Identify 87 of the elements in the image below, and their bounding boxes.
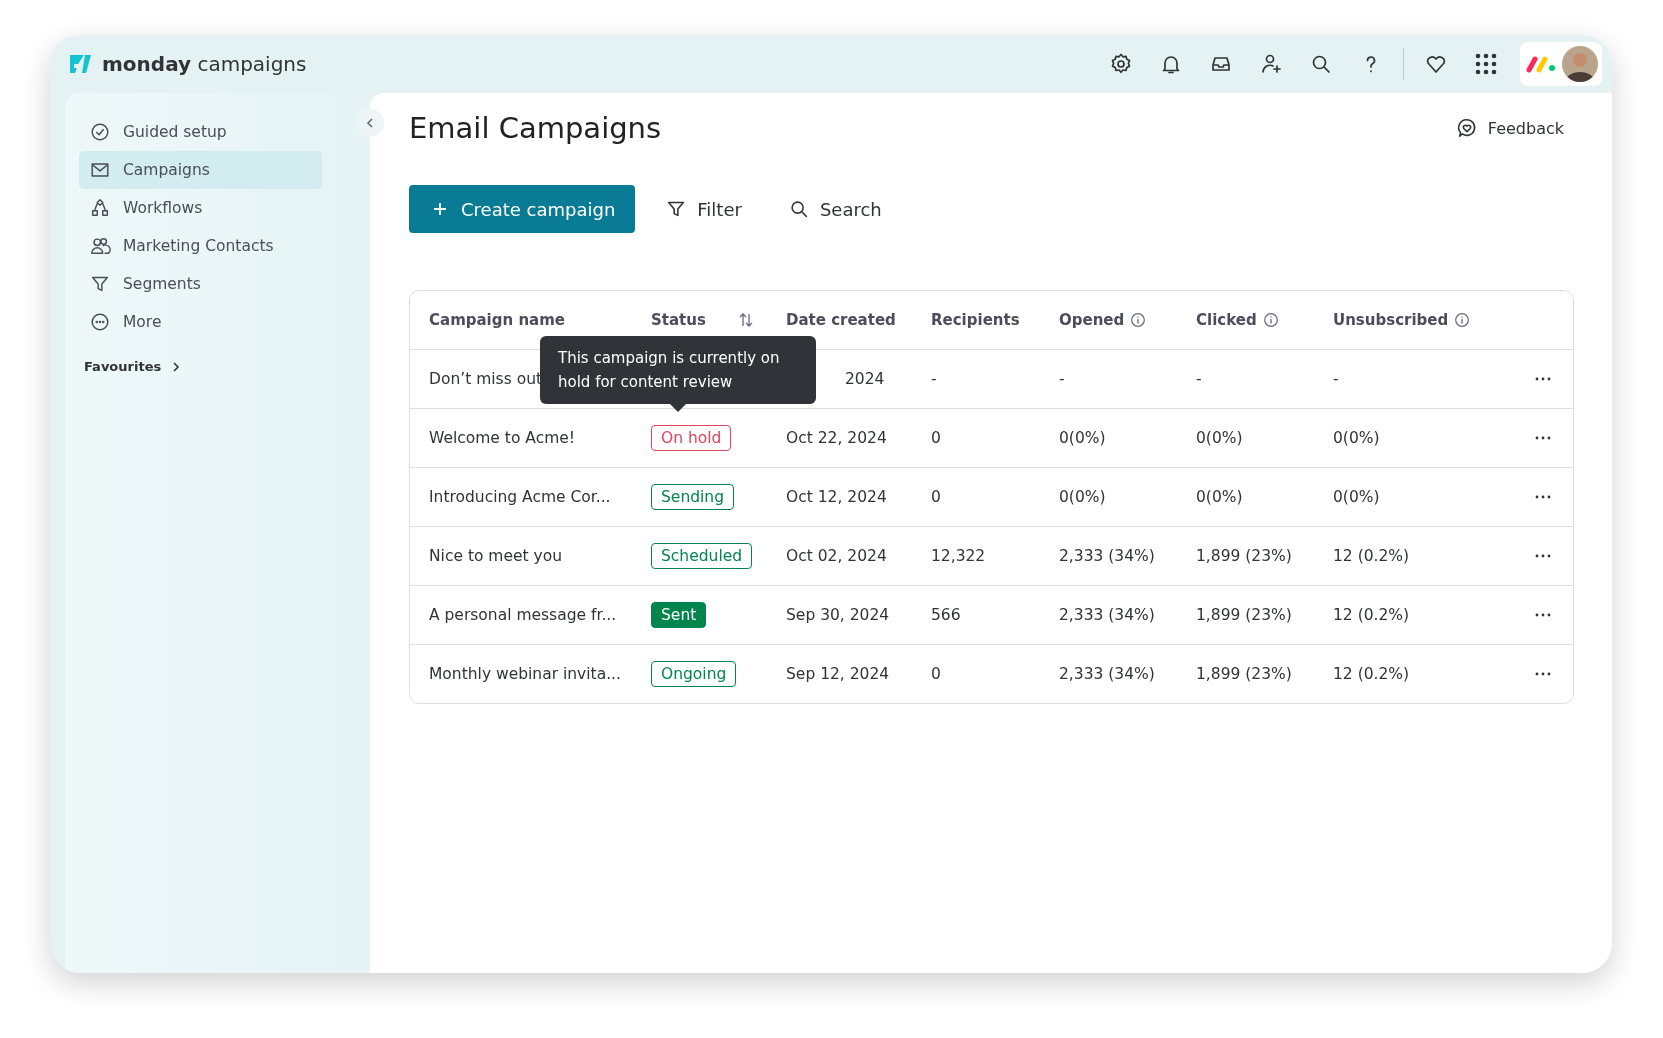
avatar[interactable]	[1562, 46, 1598, 82]
campaign-name[interactable]: Introducing Acme Cor...	[429, 488, 611, 506]
heart-chat-icon	[1455, 117, 1478, 139]
table-cell: 0	[931, 665, 941, 683]
column-header[interactable]: Status	[651, 311, 754, 329]
filter-button[interactable]: Filter	[649, 190, 758, 228]
feedback-button[interactable]: Feedback	[1445, 111, 1574, 145]
table-cell: 0(0%)	[1059, 429, 1106, 447]
column-header[interactable]: Clicked	[1196, 311, 1279, 329]
table-cell: 0(0%)	[1333, 488, 1380, 506]
campaign-name[interactable]: Don’t miss out	[429, 370, 543, 388]
table-cell: 0(0%)	[1059, 488, 1106, 506]
date-created: Oct 02, 2024	[786, 547, 887, 565]
plus-icon	[433, 202, 447, 216]
page-title: Email Campaigns	[409, 111, 662, 145]
table-cell: 12 (0.2%)	[1333, 547, 1410, 565]
status-tag: On hold	[651, 425, 732, 451]
status-tag: Sent	[651, 602, 707, 628]
table-cell: 2,333 (34%)	[1059, 665, 1155, 683]
sort-icon[interactable]	[737, 312, 754, 328]
column-header[interactable]: Opened	[1059, 311, 1147, 329]
sidebar-item[interactable]: Guided setup	[79, 113, 322, 151]
campaign-name[interactable]: A personal message fr...	[429, 606, 617, 624]
table-cell: 1,899 (23%)	[1196, 606, 1292, 624]
more-actions-icon[interactable]	[1535, 377, 1551, 381]
table-cell: 0(0%)	[1196, 488, 1243, 506]
table-cell: 12,322	[931, 547, 986, 565]
table-cell: -	[1059, 370, 1065, 388]
more-icon	[89, 311, 111, 333]
table-cell: 2,333 (34%)	[1059, 606, 1155, 624]
tooltip-pointer	[670, 404, 686, 412]
table-cell: 1,899 (23%)	[1196, 665, 1292, 683]
status-tag: Ongoing	[651, 661, 737, 687]
chevron-right-icon[interactable]	[171, 360, 182, 373]
table-cell: -	[931, 370, 937, 388]
campaign-name[interactable]: Welcome to Acme!	[429, 429, 576, 447]
info-icon[interactable]	[1454, 312, 1471, 328]
search-button[interactable]: Search	[771, 190, 898, 228]
date-created: Sep 30, 2024	[786, 606, 890, 624]
account-switcher[interactable]	[1520, 42, 1602, 86]
sidebar-item[interactable]: Workflows	[79, 189, 322, 227]
info-icon[interactable]	[1262, 312, 1279, 328]
column-header[interactable]: Unsubscribed	[1333, 311, 1471, 329]
table-cell: -	[1196, 370, 1202, 388]
status-tag: Sending	[651, 484, 734, 510]
invite-user-icon[interactable]	[1259, 52, 1283, 76]
check-circle-icon	[89, 121, 111, 143]
column-header[interactable]: Date created	[786, 311, 896, 329]
table-cell: 12 (0.2%)	[1333, 665, 1410, 683]
status-tag: Scheduled	[651, 543, 753, 569]
apps-grid-icon[interactable]	[1474, 52, 1498, 76]
chevron-left-icon	[365, 117, 375, 129]
more-actions-icon[interactable]	[1535, 495, 1551, 499]
tooltip: This campaign is currently on hold for content review	[540, 336, 816, 404]
column-header[interactable]: Campaign name	[429, 311, 565, 329]
table-cell: -	[1333, 370, 1339, 388]
table-cell: 1,899 (23%)	[1196, 547, 1292, 565]
column-header[interactable]: Recipients	[931, 311, 1020, 329]
more-actions-icon[interactable]	[1535, 436, 1551, 440]
favourites-label[interactable]: Favourites	[84, 359, 162, 374]
date-created: Sep 12, 2024	[786, 665, 890, 683]
table-cell: 2,333 (34%)	[1059, 547, 1155, 565]
create-campaign-button[interactable]: Create campaign	[409, 185, 636, 233]
table-cell: 0	[931, 429, 941, 447]
campaign-name[interactable]: Monthly webinar invita...	[429, 665, 621, 683]
date-created: 2024	[845, 370, 885, 388]
workflow-icon	[89, 197, 111, 219]
campaign-name[interactable]: Nice to meet you	[429, 547, 563, 565]
date-created: Oct 12, 2024	[786, 488, 887, 506]
sidebar-item[interactable]: Campaigns	[79, 151, 322, 189]
people-icon	[89, 235, 111, 257]
sidebar-item[interactable]: Marketing Contacts	[79, 227, 322, 265]
app-name: monday campaigns	[102, 52, 307, 76]
more-actions-icon[interactable]	[1535, 554, 1551, 558]
table-cell: 0(0%)	[1196, 429, 1243, 447]
monday-logo-icon	[1526, 55, 1556, 73]
more-actions-icon[interactable]	[1535, 613, 1551, 617]
table-cell: 0	[931, 488, 941, 506]
info-icon[interactable]	[1130, 312, 1147, 328]
sidebar-item[interactable]: Segments	[79, 265, 322, 303]
more-actions-icon[interactable]	[1535, 672, 1551, 676]
table-cell: 0(0%)	[1333, 429, 1380, 447]
table-cell: 566	[931, 606, 961, 624]
date-created: Oct 22, 2024	[786, 429, 887, 447]
sidebar-item[interactable]: More	[79, 303, 322, 341]
settings-icon[interactable]	[1109, 52, 1133, 76]
table-cell: 12 (0.2%)	[1333, 606, 1410, 624]
